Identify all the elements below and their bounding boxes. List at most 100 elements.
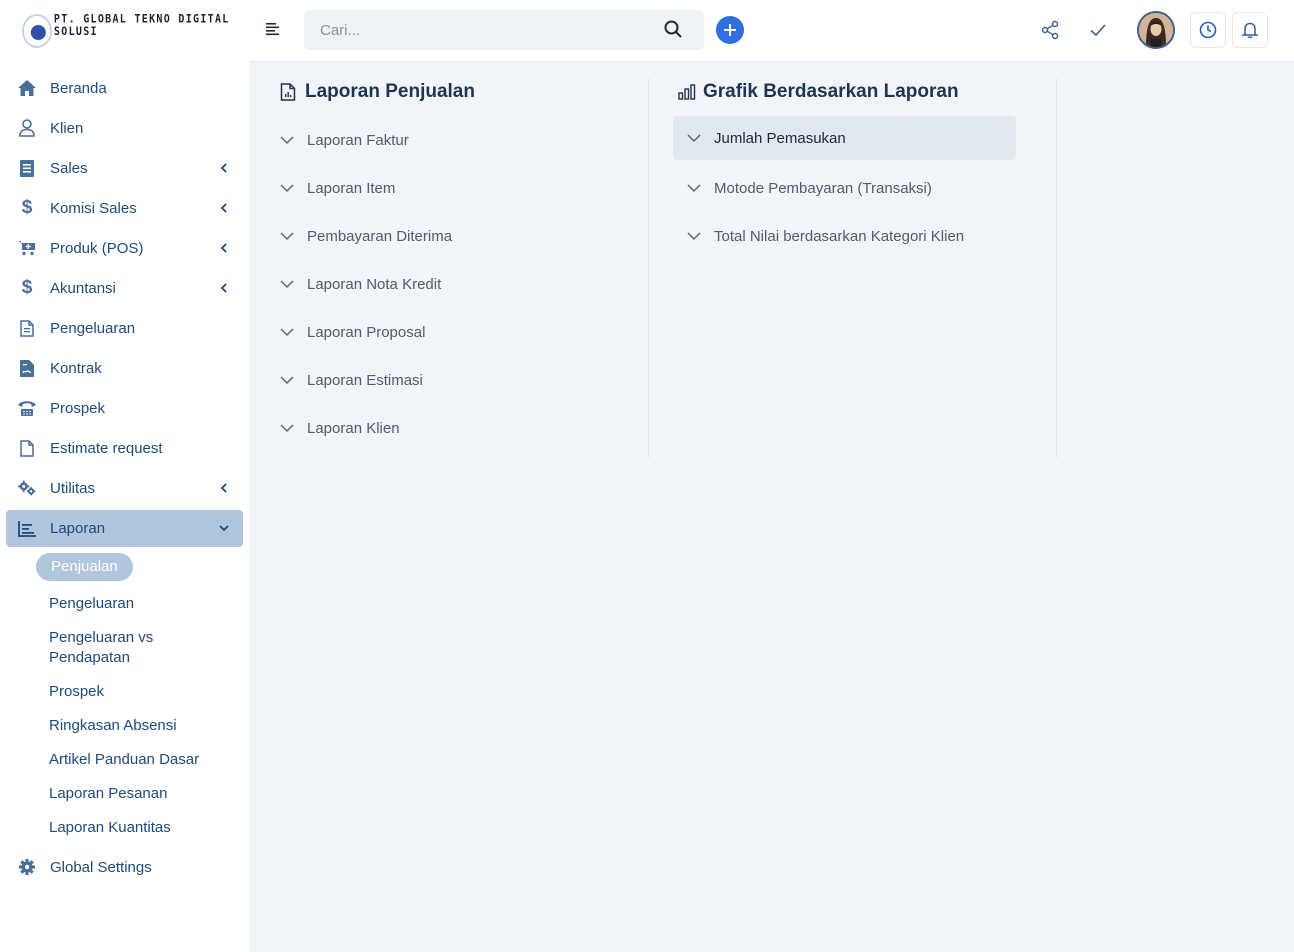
chevron-left-icon: [220, 203, 227, 213]
submenu-item-ringkasan-absensi[interactable]: Ringkasan Absensi: [49, 709, 250, 743]
check-icon[interactable]: [1087, 19, 1109, 41]
report-item-label: Laporan Proposal: [307, 323, 426, 341]
search-icon[interactable]: [664, 20, 684, 40]
sales-reports-panel: Laporan Penjualan Laporan Faktur Laporan…: [280, 78, 649, 458]
sidebar-item-kontrak[interactable]: Kontrak: [0, 348, 250, 388]
chevron-left-icon: [220, 283, 227, 293]
chevron-down-icon: [687, 232, 701, 241]
sidebar-item-label: Produk (POS): [50, 239, 144, 257]
company-name: PT. GLOBAL TEKNO DIGITAL SOLUSI: [53, 13, 230, 39]
search-box: [304, 10, 704, 50]
chevron-down-icon: [687, 134, 701, 143]
search-input[interactable]: [304, 10, 644, 50]
sidebar-item-label: Utilitas: [50, 479, 96, 497]
sidebar-item-komisi-sales[interactable]: $ Komisi Sales: [0, 188, 250, 228]
gear-icon: [18, 858, 36, 876]
sidebar-item-label: Laporan: [50, 520, 106, 537]
quick-add-button[interactable]: [716, 16, 744, 44]
chevron-down-icon: [280, 376, 294, 385]
company-logo[interactable]: PT. GLOBAL TEKNO DIGITAL SOLUSI: [22, 12, 250, 50]
chart-reports-title: Grafik Berdasarkan Laporan: [703, 81, 959, 102]
sidebar-item-label: Sales: [50, 159, 88, 177]
submenu-item-prospek[interactable]: Prospek: [49, 675, 250, 709]
report-item-laporan-estimasi[interactable]: Laporan Estimasi: [280, 356, 648, 404]
sidebar-item-klien[interactable]: Klien: [0, 108, 250, 148]
submenu-item-label-line1: Pengeluaran vs: [49, 629, 154, 646]
sidebar-item-label: Akuntansi: [50, 279, 116, 297]
menu-toggle-icon[interactable]: [266, 22, 282, 38]
report-item-laporan-item[interactable]: Laporan Item: [280, 164, 648, 212]
sidebar-item-label: Kontrak: [50, 359, 102, 377]
report-item-label: Laporan Estimasi: [307, 371, 423, 389]
receipt-icon: [18, 159, 36, 177]
top-bar: [250, 0, 1294, 62]
logo-mark-icon: [22, 14, 52, 48]
contract-icon: [18, 359, 36, 377]
report-item-pembayaran-diterima[interactable]: Pembayaran Diterima: [280, 212, 648, 260]
report-item-label: Laporan Item: [307, 179, 396, 197]
report-item-laporan-nota-kredit[interactable]: Laporan Nota Kredit: [280, 260, 648, 308]
user-avatar[interactable]: [1137, 11, 1175, 49]
gears-icon: [18, 479, 36, 497]
clock-button[interactable]: [1190, 12, 1226, 48]
chevron-down-icon: [280, 232, 294, 241]
submenu-item-laporan-kuantitas[interactable]: Laporan Kuantitas: [49, 811, 250, 845]
sidebar-item-estimate-request[interactable]: Estimate request: [0, 428, 250, 468]
report-item-laporan-faktur[interactable]: Laporan Faktur: [280, 116, 648, 164]
chevron-down-icon: [219, 525, 229, 532]
share-icon[interactable]: [1039, 19, 1061, 41]
user-icon: [18, 119, 36, 137]
chevron-down-icon: [280, 136, 294, 145]
sidebar-item-akuntansi[interactable]: $ Akuntansi: [0, 268, 250, 308]
sales-report-list: Laporan Faktur Laporan Item Pembayaran D…: [280, 116, 648, 452]
submenu-item-artikel-panduan-dasar[interactable]: Artikel Panduan Dasar: [49, 743, 250, 777]
phone-icon: [18, 399, 36, 417]
submenu-item-penjualan[interactable]: Penjualan: [36, 553, 133, 581]
sidebar-item-produk-pos[interactable]: Produk (POS): [0, 228, 250, 268]
file-icon: [18, 439, 36, 457]
report-item-label: Laporan Faktur: [307, 131, 409, 149]
sidebar-item-label: Klien: [50, 119, 84, 137]
chart-item-jumlah-pemasukan[interactable]: Jumlah Pemasukan: [673, 116, 1016, 160]
sidebar-nav: Beranda Klien Sales $ Komisi Sales Produ…: [0, 68, 250, 887]
avatar-image: [1139, 13, 1173, 47]
sales-reports-title: Laporan Penjualan: [305, 81, 475, 102]
submenu-item-laporan-pesanan[interactable]: Laporan Pesanan: [49, 777, 250, 811]
notifications-button[interactable]: [1232, 12, 1268, 48]
sidebar-item-global-settings[interactable]: Global Settings: [0, 847, 250, 887]
sidebar-item-label: Estimate request: [50, 439, 163, 457]
chevron-left-icon: [220, 163, 227, 173]
report-item-label: Laporan Nota Kredit: [307, 275, 442, 293]
sidebar-item-label: Prospek: [50, 399, 106, 417]
chart-report-list: Jumlah Pemasukan Motode Pembayaran (Tran…: [673, 116, 1056, 260]
sidebar-item-pengeluaran[interactable]: Pengeluaran: [0, 308, 250, 348]
sidebar-item-label: Global Settings: [50, 858, 152, 876]
sidebar-item-label: Pengeluaran: [50, 319, 136, 337]
chart-item-total-nilai-kategori-klien[interactable]: Total Nilai berdasarkan Kategori Klien: [673, 212, 1056, 260]
clock-icon: [1199, 21, 1217, 39]
chart-item-label: Motode Pembayaran (Transaksi): [714, 179, 932, 197]
sidebar-item-laporan[interactable]: Laporan: [6, 510, 243, 547]
sidebar-item-label: Beranda: [50, 79, 107, 97]
chevron-down-icon: [687, 184, 701, 193]
chart-item-label: Total Nilai berdasarkan Kategori Klien: [714, 227, 965, 245]
home-icon: [18, 79, 36, 97]
chevron-left-icon: [220, 243, 227, 253]
sidebar-item-prospek[interactable]: Prospek: [0, 388, 250, 428]
file-icon: [18, 319, 36, 337]
chevron-down-icon: [280, 424, 294, 433]
report-item-label: Pembayaran Diterima: [307, 227, 453, 245]
sidebar-item-utilitas[interactable]: Utilitas: [0, 468, 250, 508]
submenu-item-pengeluaran[interactable]: Pengeluaran: [49, 587, 250, 621]
chart-icon: [18, 520, 36, 538]
report-item-laporan-klien[interactable]: Laporan Klien: [280, 404, 648, 452]
chart-reports-panel: Grafik Berdasarkan Laporan Jumlah Pemasu…: [673, 78, 1057, 458]
chevron-down-icon: [280, 184, 294, 193]
chart-item-metode-pembayaran[interactable]: Motode Pembayaran (Transaksi): [673, 164, 1056, 212]
plus-icon: [724, 24, 736, 36]
submenu-item-pengeluaran-vs-pendapatan[interactable]: Pengeluaran vs Pendapatan: [49, 621, 250, 675]
sidebar-item-sales[interactable]: Sales: [0, 148, 250, 188]
submenu-item-label-line2: Pendapatan: [49, 649, 130, 666]
sidebar-item-beranda[interactable]: Beranda: [0, 68, 250, 108]
report-item-laporan-proposal[interactable]: Laporan Proposal: [280, 308, 648, 356]
